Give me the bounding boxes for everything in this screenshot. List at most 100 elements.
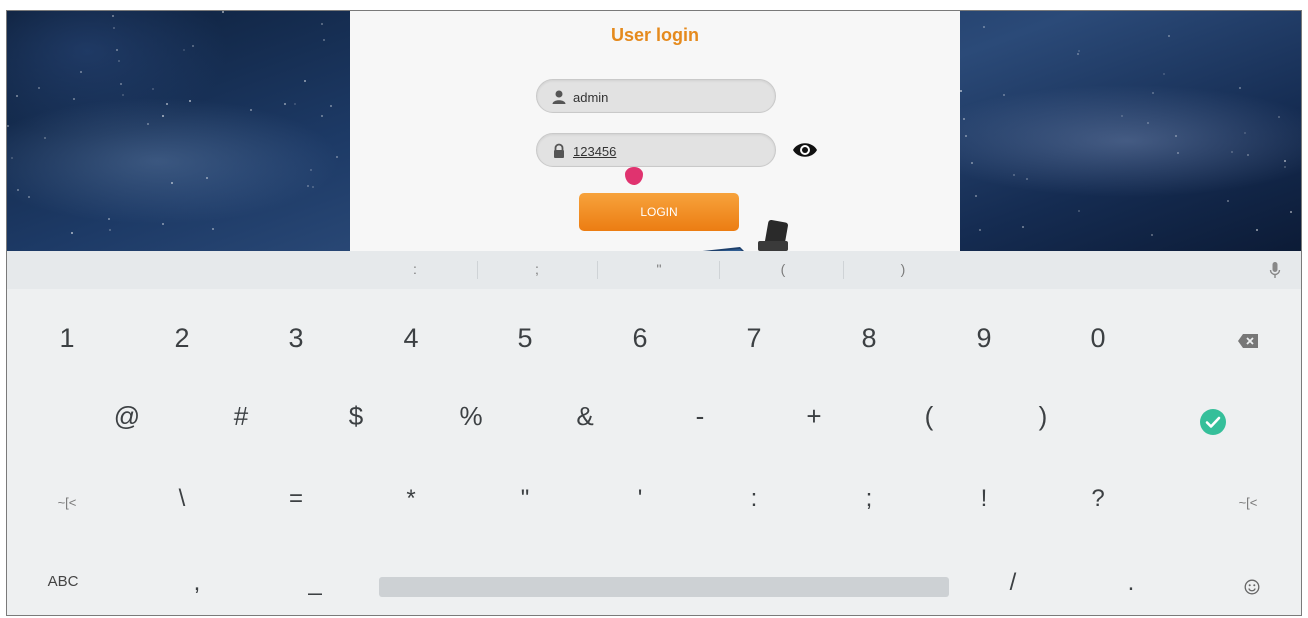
key[interactable]: \ [152,485,212,513]
key[interactable]: 1 [37,323,97,354]
comma-key[interactable]: , [167,569,227,597]
star [1077,53,1079,55]
slash-key[interactable]: / [983,569,1043,597]
star [1256,229,1258,231]
suggestion-key[interactable]: : [395,261,435,277]
star [979,229,981,231]
suggestion-key[interactable]: ; [517,261,557,277]
key[interactable]: % [441,401,501,432]
key[interactable]: 7 [724,323,784,354]
key[interactable]: 3 [266,323,326,354]
star [294,103,296,105]
star [1239,87,1241,89]
on-screen-keyboard: : ; " ( ) 1 2 3 4 5 6 7 8 9 0 @ # $ % & … [7,251,1301,615]
suggestion-divider [477,261,478,279]
star [1284,166,1286,168]
key[interactable]: ! [954,485,1014,513]
password-field[interactable] [536,133,776,167]
key[interactable]: * [381,485,441,513]
key[interactable]: @ [97,401,157,432]
key[interactable]: 0 [1068,323,1128,354]
star [189,100,191,102]
suggestion-key[interactable]: ) [883,261,923,277]
more-symbols-key[interactable]: ~[< [1218,495,1278,510]
star [330,105,332,107]
emoji-icon[interactable] [1244,579,1260,595]
star [109,229,111,231]
key[interactable]: = [266,485,326,513]
star [162,223,164,225]
star [1244,132,1246,134]
key[interactable]: " [495,485,555,513]
done-key[interactable] [1200,409,1226,435]
suggestion-divider [597,261,598,279]
key[interactable]: $ [326,401,386,432]
star [250,109,252,111]
lock-icon [554,143,564,158]
key[interactable]: 2 [152,323,212,354]
suggestion-key[interactable]: ( [763,261,803,277]
star [307,185,309,187]
star [112,15,114,17]
star [171,182,173,184]
key[interactable]: # [211,401,271,432]
star [1284,160,1286,162]
abc-key[interactable]: ABC [33,573,93,590]
text-cursor-handle[interactable] [625,167,643,185]
underscore-key[interactable]: _ [285,569,345,597]
key[interactable]: + [784,401,844,432]
star [17,189,19,191]
star [122,94,124,96]
star [1026,178,1028,180]
key[interactable]: ; [839,485,899,513]
key[interactable]: 4 [381,323,441,354]
star [80,71,82,73]
star [192,45,194,47]
period-key[interactable]: . [1101,569,1161,597]
star [1163,73,1165,75]
key[interactable]: ' [610,485,670,513]
star [1022,226,1024,228]
password-input[interactable] [573,141,763,161]
star [28,196,30,198]
star [983,26,985,28]
more-symbols-key[interactable]: ~[< [37,495,97,510]
checkmark-done-icon [1205,416,1221,428]
key[interactable]: 6 [610,323,670,354]
star [152,88,154,90]
star [206,177,208,179]
star [118,60,120,62]
suggestion-divider [843,261,844,279]
key[interactable]: 8 [839,323,899,354]
eye-icon[interactable] [792,139,818,161]
username-input[interactable] [573,87,763,107]
star [166,103,168,105]
key[interactable]: & [555,401,615,432]
star [975,195,977,197]
background-starry: User login LOGI [7,11,1301,251]
spacebar[interactable] [379,577,949,597]
mic-icon[interactable] [1269,261,1281,279]
key[interactable]: ( [899,401,959,432]
star [1231,151,1233,153]
star [16,95,18,97]
key[interactable]: ? [1068,485,1128,513]
backspace-icon[interactable] [1237,333,1259,349]
key[interactable]: 5 [495,323,555,354]
star [1227,200,1229,202]
key[interactable]: 9 [954,323,1014,354]
suggestion-key[interactable]: " [639,261,679,277]
star [960,90,962,92]
username-field[interactable] [536,79,776,113]
star [108,218,110,220]
star [1278,116,1280,118]
key[interactable]: - [670,401,730,432]
star [38,87,40,89]
key[interactable]: : [724,485,784,513]
key[interactable]: ) [1013,401,1073,432]
star [222,11,224,13]
star [73,98,75,100]
star [323,39,325,41]
screen: User login LOGI [6,10,1302,616]
star [284,103,286,105]
